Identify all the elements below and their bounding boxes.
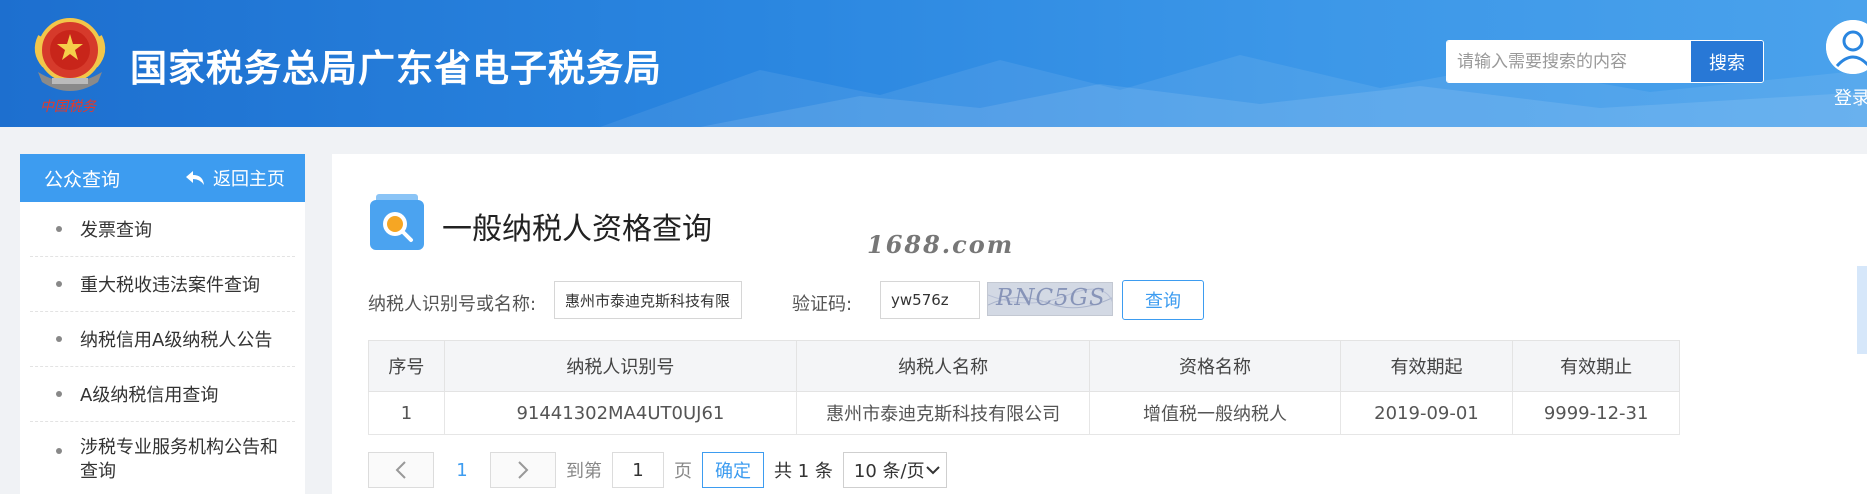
sidebar-item-invoice-query[interactable]: 发票查询 [30,202,295,257]
captcha-image[interactable]: RNC5GS [987,282,1113,316]
column-header: 有效期起 [1339,340,1514,392]
site-title: 国家税务总局广东省电子税务局 [130,47,662,90]
sidebar-item-major-violation-query[interactable]: 重大税收违法案件查询 [30,257,295,312]
bullet-dot [56,336,62,342]
site-header: 中国税务 国家税务总局广东省电子税务局 搜索 登录 [0,0,1867,127]
column-header: 序号 [368,340,445,392]
goto-confirm-button[interactable]: 确定 [702,452,764,488]
table-cell: 91441302MA4UT0UJ61 [443,391,797,435]
column-header: 资格名称 [1089,340,1341,392]
goto-page-input[interactable] [612,452,664,488]
taxpayer-id-or-name-input[interactable] [554,281,742,319]
current-page-number[interactable]: 1 [434,460,490,481]
floating-side-tab[interactable] [1857,266,1867,354]
sidebar-item-label: 发票查询 [80,220,152,241]
watermark-text: 1688.com [867,230,1015,259]
chevron-left-icon [395,461,406,479]
page-size-value: 10 条/页 [853,461,925,482]
result-table: 序号 纳税人识别号 纳税人名称 资格名称 有效期起 有效期止 1 9144130… [368,340,1680,435]
captcha-input[interactable] [880,281,980,319]
table-cell: 2019-09-01 [1339,391,1514,435]
sidebar-title: 公众查询 [44,168,121,191]
column-header: 纳税人名称 [795,340,1091,392]
bullet-dot [56,226,62,232]
page-size-select[interactable]: 10 条/页 [842,452,947,488]
sidebar-item-label: A级纳税信用查询 [80,385,219,406]
bullet-dot [56,281,62,287]
bullet-dot [56,391,62,397]
prev-page-button[interactable] [368,452,434,488]
column-header: 有效期止 [1512,340,1680,392]
query-search-icon [370,194,424,250]
sidebar-item-a-level-notice[interactable]: 纳税信用A级纳税人公告 [30,312,295,367]
sidebar: 公众查询 返回主页 发票查询 重大税收违法案件查询 纳税信用A级纳税人公告 A级… [20,154,305,494]
sidebar-header: 公众查询 返回主页 [20,154,305,202]
query-button[interactable]: 查询 [1122,280,1204,320]
back-home-button[interactable]: 返回主页 [185,165,285,191]
main-panel: 一般纳税人资格查询 1688.com 纳税人识别号或名称: 验证码: RNC5G… [332,154,1867,494]
table-header-row: 序号 纳税人识别号 纳税人名称 资格名称 有效期起 有效期止 [368,340,1680,392]
chevron-right-icon [518,461,529,479]
search-input[interactable] [1447,41,1690,82]
sidebar-item-label: 重大税收违法案件查询 [80,275,260,296]
return-arrow-icon [186,171,204,185]
bullet-dot [56,448,62,454]
pagination: 1 到第 页 确定 共 1 条 10 条/页 [368,450,947,490]
sidebar-item-label: 涉税专业服务机构公告和查询 [80,437,278,482]
table-cell: 增值税一般纳税人 [1089,391,1341,435]
total-count: 共 1 条 [774,461,833,482]
back-home-label: 返回主页 [213,169,285,190]
page-title: 一般纳税人资格查询 [442,212,712,247]
search-bar: 搜索 [1446,40,1764,83]
sidebar-item-a-level-query[interactable]: A级纳税信用查询 [30,367,295,422]
search-button[interactable]: 搜索 [1690,41,1763,82]
table-cell: 惠州市泰迪克斯科技有限公司 [795,391,1091,435]
next-page-button[interactable] [490,452,556,488]
chevron-down-icon [926,466,940,475]
taxpayer-label: 纳税人识别号或名称: [368,294,537,315]
goto-label: 到第 [566,461,602,482]
table-cell: 1 [368,391,445,435]
captcha-image-text: RNC5GS [996,285,1106,311]
sidebar-item-label: 纳税信用A级纳税人公告 [80,330,273,351]
captcha-label: 验证码: [792,294,853,315]
login-link[interactable]: 登录 [1834,84,1867,110]
table-cell: 9999-12-31 [1512,391,1680,435]
page-unit-label: 页 [674,461,692,482]
emblem-caption: 中国税务 [40,99,96,115]
column-header: 纳税人识别号 [443,340,797,392]
table-row: 1 91441302MA4UT0UJ61 惠州市泰迪克斯科技有限公司 增值税一般… [368,391,1680,435]
